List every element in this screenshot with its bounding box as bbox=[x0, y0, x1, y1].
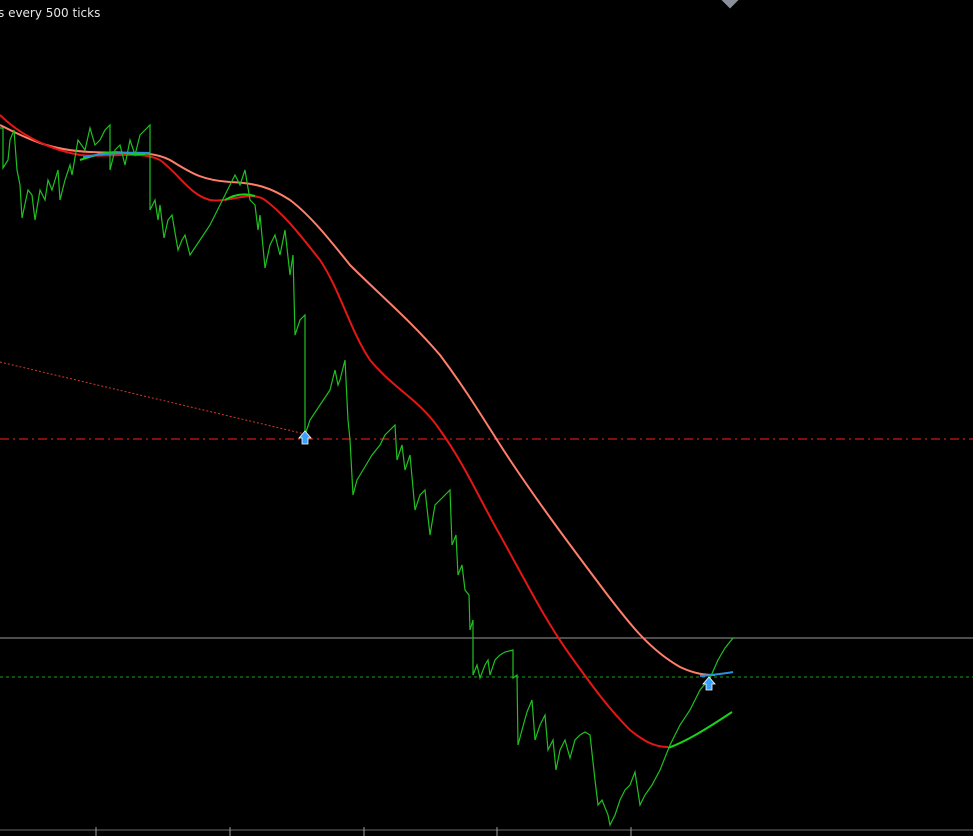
slow-moving-average-line bbox=[0, 124, 716, 676]
price-line bbox=[0, 123, 734, 827]
x-axis bbox=[0, 827, 973, 836]
chart-area: s every 500 ticks bbox=[0, 0, 973, 836]
buy-arrow-icon-2[interactable] bbox=[702, 676, 716, 691]
dotted-trendline[interactable] bbox=[0, 361, 306, 435]
fast-moving-average-line bbox=[0, 114, 669, 748]
price-chart-svg bbox=[0, 114, 973, 836]
